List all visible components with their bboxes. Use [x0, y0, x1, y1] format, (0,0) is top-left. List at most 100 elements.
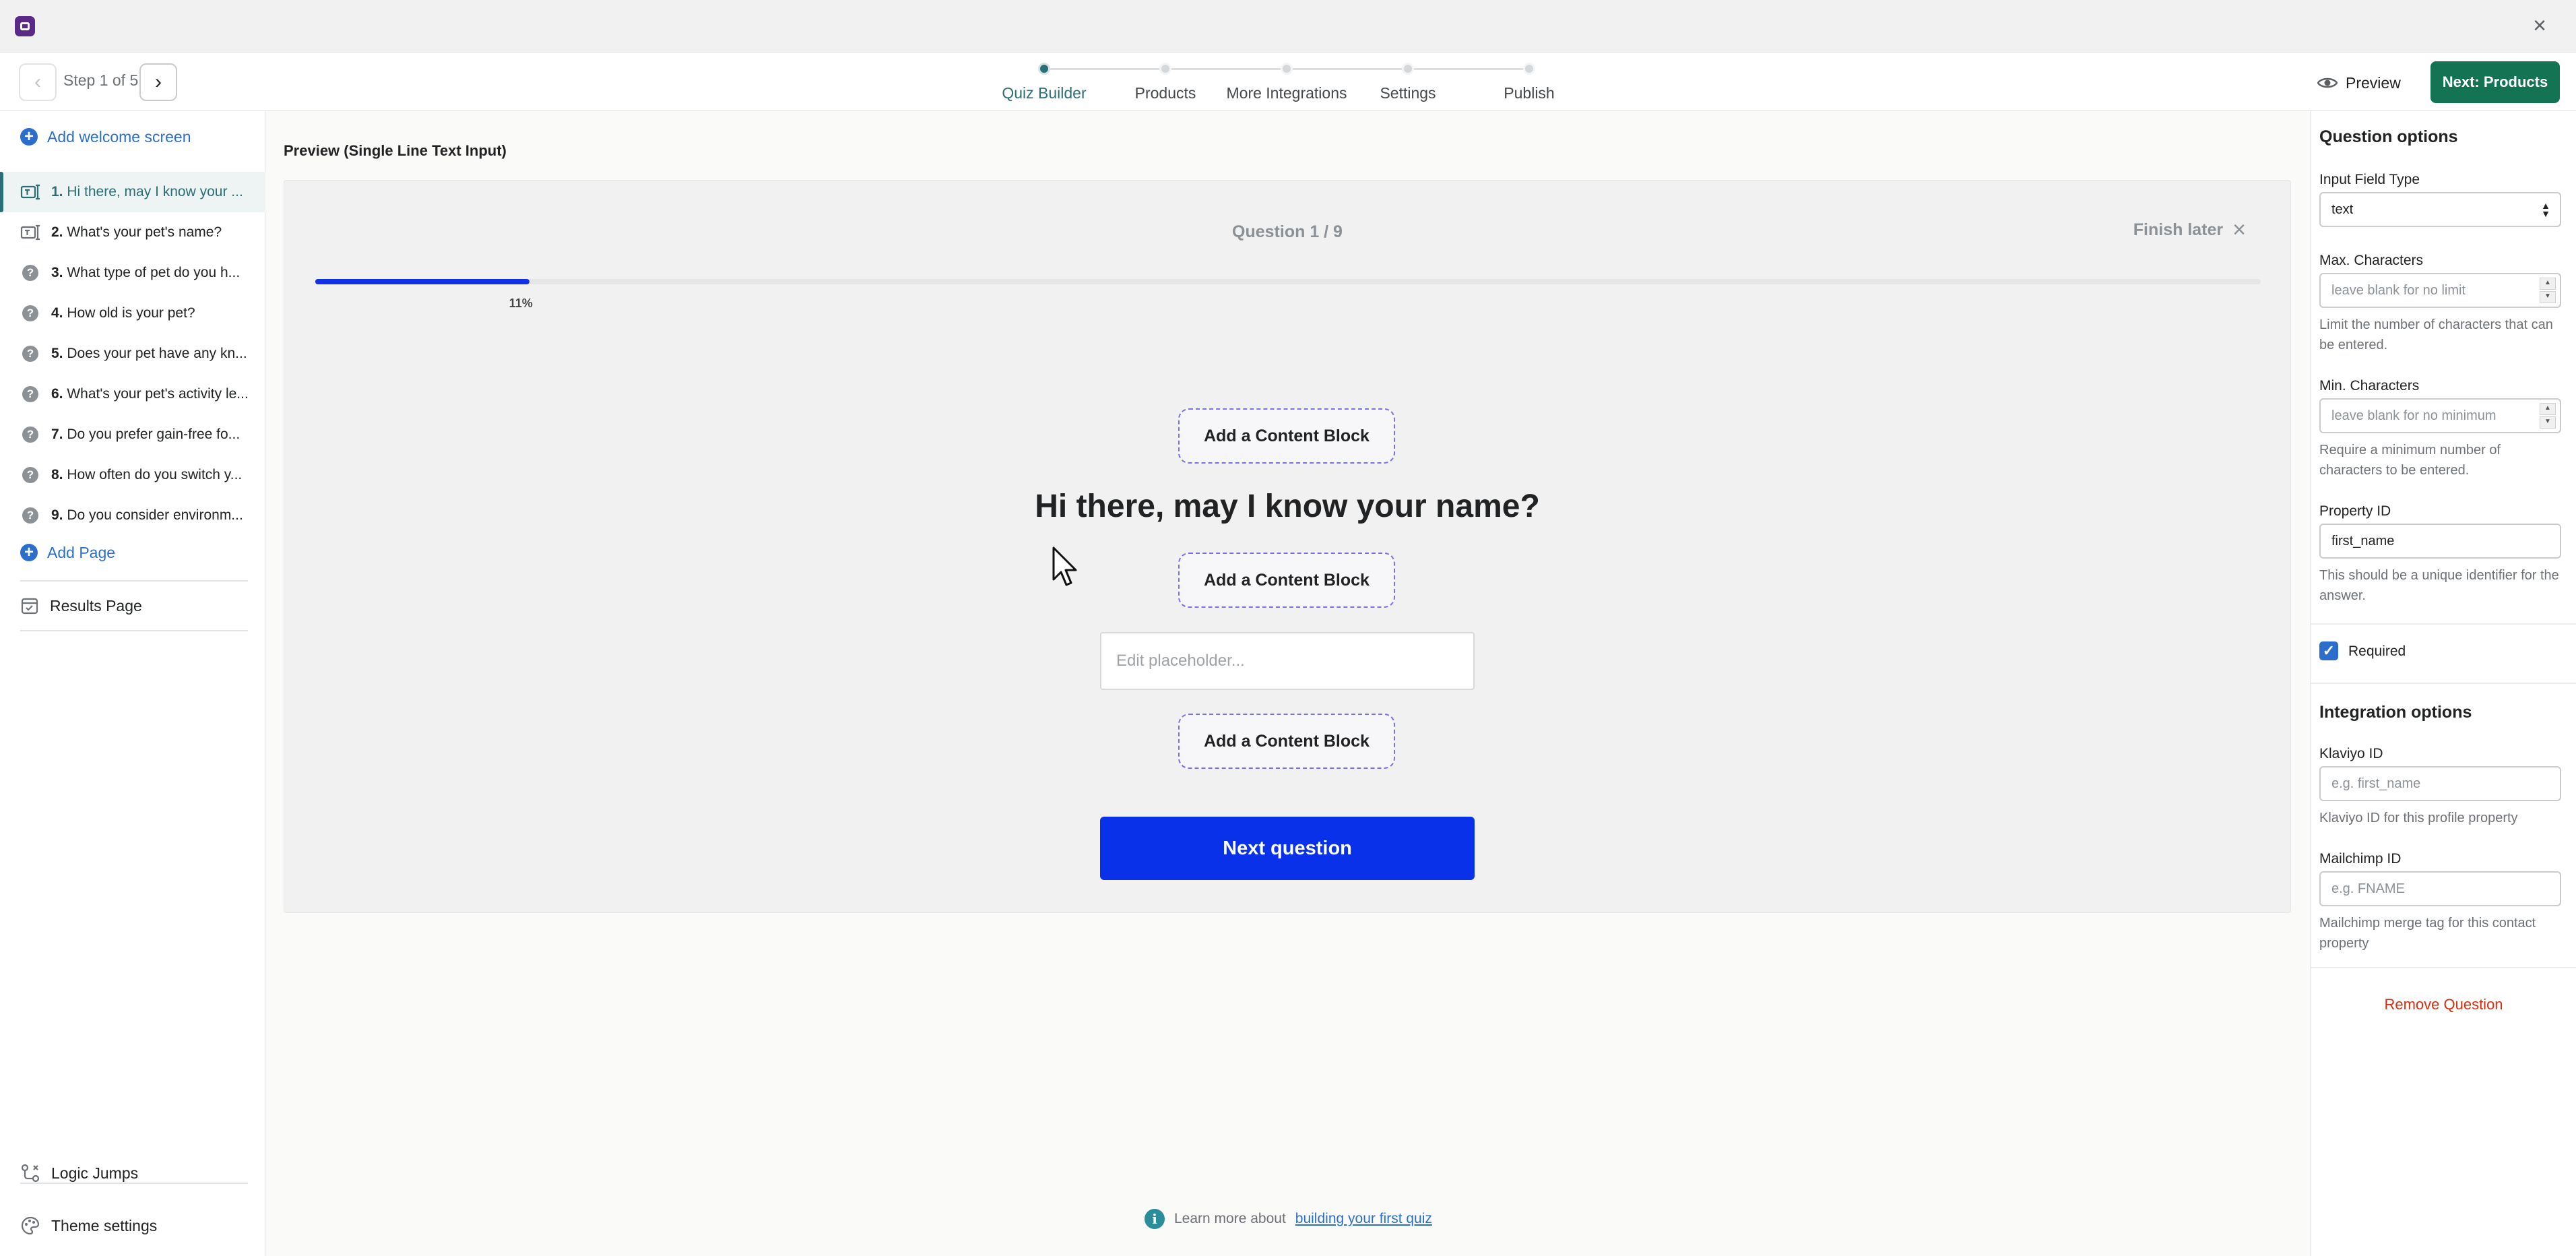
- mailchimp-id-input[interactable]: e.g. FNAME: [2319, 871, 2561, 906]
- required-checkbox[interactable]: ✓: [2319, 641, 2338, 660]
- mailchimp-id-label: Mailchimp ID: [2319, 851, 2402, 867]
- max-characters-input[interactable]: leave blank for no limit ▲ ▼: [2319, 273, 2561, 308]
- mouse-cursor-icon: [1052, 546, 1077, 586]
- sidebar-divider: [20, 580, 248, 582]
- close-icon[interactable]: ×: [2527, 13, 2552, 38]
- klaviyo-id-help: Klaviyo ID for this profile property: [2319, 811, 2518, 825]
- quiz-progress-fill: [315, 279, 529, 284]
- integration-options-title: Integration options: [2319, 703, 2472, 722]
- question-title: How often do you switch y...: [67, 467, 243, 482]
- add-content-block-button[interactable]: Add a Content Block: [1178, 553, 1395, 608]
- question-number: 6.: [51, 386, 63, 402]
- sidebar-divider: [20, 630, 248, 631]
- question-item[interactable]: ? 6. What's your pet's activity le...: [0, 374, 265, 414]
- question-item[interactable]: 2. What's your pet's name?: [0, 212, 265, 253]
- learn-more-footer: i Learn more about building your first q…: [1145, 1207, 1432, 1231]
- stepper-item-publish[interactable]: Publish: [1469, 61, 1590, 102]
- logic-jumps-item[interactable]: Logic Jumps: [20, 1160, 138, 1187]
- finish-later-button[interactable]: Finish later ×: [2133, 217, 2246, 243]
- question-title: How old is your pet?: [67, 305, 195, 321]
- stepper-item-quiz-builder[interactable]: Quiz Builder: [984, 61, 1105, 102]
- logic-jumps-label: Logic Jumps: [51, 1164, 139, 1182]
- question-icon: ?: [22, 305, 38, 321]
- add-page-label: Add Page: [47, 543, 116, 561]
- eye-icon: [2317, 77, 2338, 88]
- stepper-dot: [1402, 63, 1414, 75]
- question-icon: ?: [22, 346, 38, 362]
- remove-question-button[interactable]: Remove Question: [2311, 996, 2576, 1013]
- add-content-block-button[interactable]: Add a Content Block: [1178, 714, 1395, 769]
- input-field-type-select[interactable]: text ▲ ▼: [2319, 192, 2561, 227]
- add-welcome-label: Add welcome screen: [47, 127, 191, 146]
- info-icon: i: [1145, 1209, 1165, 1229]
- next-question-button[interactable]: Next question: [1100, 817, 1475, 880]
- results-page-label: Results Page: [50, 596, 142, 615]
- step-indicator: Step 1 of 5: [63, 71, 139, 89]
- panel-divider: [2311, 623, 2576, 625]
- question-item[interactable]: ? 8. How often do you switch y...: [0, 455, 265, 495]
- previous-step-button[interactable]: ‹: [19, 63, 57, 101]
- question-title: Does your pet have any kn...: [67, 346, 247, 361]
- stepper-item-products[interactable]: Products: [1105, 61, 1226, 102]
- question-heading[interactable]: Hi there, may I know your name?: [284, 488, 2290, 525]
- next-step-button[interactable]: ›: [139, 63, 177, 101]
- stepper-label: Settings: [1380, 84, 1436, 102]
- question-item[interactable]: ? 4. How old is your pet?: [0, 293, 265, 334]
- question-number: 4.: [51, 305, 63, 321]
- property-id-input[interactable]: first_name: [2319, 524, 2561, 559]
- stepper-label: More Integrations: [1226, 84, 1347, 102]
- question-icon: ?: [22, 265, 38, 281]
- answer-placeholder-input[interactable]: Edit placeholder...: [1100, 632, 1475, 690]
- question-title: Do you consider environm...: [67, 507, 243, 523]
- input-field-type-label: Input Field Type: [2319, 172, 2420, 187]
- question-title: What's your pet's name?: [67, 224, 222, 240]
- finish-later-label: Finish later: [2133, 220, 2224, 239]
- question-item[interactable]: 1. Hi there, may I know your ...: [0, 172, 265, 212]
- question-title: Do you prefer gain-free fo...: [67, 427, 240, 442]
- min-characters-placeholder: leave blank for no minimum: [2331, 408, 2497, 423]
- number-stepper-icon[interactable]: ▲ ▼: [2540, 278, 2556, 303]
- main-preview-area: Preview (Single Line Text Input) Questio…: [266, 111, 2310, 1256]
- results-page-item[interactable]: Results Page: [20, 592, 142, 619]
- stepper-label: Publish: [1504, 84, 1555, 102]
- plus-circle-icon: +: [20, 544, 38, 561]
- stepper-label: Quiz Builder: [1002, 84, 1087, 102]
- min-characters-help: Require a minimum number of characters t…: [2319, 443, 2501, 478]
- question-item[interactable]: ? 5. Does your pet have any kn...: [0, 334, 265, 374]
- question-number: 1.: [51, 184, 63, 199]
- palette-icon: [21, 1216, 40, 1235]
- question-item[interactable]: ? 9. Do you consider environm...: [0, 495, 265, 536]
- max-characters-label: Max. Characters: [2319, 253, 2424, 268]
- add-content-block-button[interactable]: Add a Content Block: [1178, 408, 1395, 464]
- next-products-button[interactable]: Next: Products: [2430, 61, 2560, 103]
- question-item[interactable]: ? 3. What type of pet do you h...: [0, 253, 265, 293]
- close-icon: ×: [2232, 217, 2246, 243]
- top-toolbar: ‹ Step 1 of 5 › Quiz Builder Products Mo…: [0, 53, 2576, 111]
- question-title: Hi there, may I know your ...: [67, 184, 243, 199]
- number-stepper-icon[interactable]: ▲ ▼: [2540, 403, 2556, 429]
- question-title: What type of pet do you h...: [67, 265, 240, 280]
- logic-jumps-icon: [21, 1164, 40, 1183]
- progress-percent-label: 11%: [509, 296, 533, 310]
- stepper-dot: [1523, 63, 1535, 75]
- question-item[interactable]: ? 7. Do you prefer gain-free fo...: [0, 414, 265, 455]
- question-icon: ?: [22, 427, 38, 443]
- stepper-item-more-integrations[interactable]: More Integrations: [1226, 61, 1347, 102]
- panel-divider: [2311, 683, 2576, 684]
- learn-more-text: Learn more about: [1174, 1211, 1286, 1226]
- min-characters-input[interactable]: leave blank for no minimum ▲ ▼: [2319, 398, 2561, 433]
- question-number: 2.: [51, 224, 63, 240]
- question-counter: Question 1 / 9: [1232, 222, 1343, 241]
- quiz-progress-bar: [315, 279, 2261, 284]
- theme-settings-item[interactable]: Theme settings: [20, 1212, 157, 1239]
- stepper-item-settings[interactable]: Settings: [1347, 61, 1469, 102]
- required-label: Required: [2348, 643, 2406, 659]
- preview-button[interactable]: Preview: [2317, 69, 2401, 97]
- add-page-button[interactable]: + Add Page: [20, 539, 115, 566]
- add-welcome-screen-button[interactable]: + Add welcome screen: [20, 123, 191, 150]
- klaviyo-id-input[interactable]: e.g. first_name: [2319, 766, 2561, 801]
- question-number: 7.: [51, 427, 63, 442]
- learn-more-link[interactable]: building your first quiz: [1295, 1211, 1432, 1227]
- mailchimp-id-help: Mailchimp merge tag for this contact pro…: [2319, 916, 2536, 951]
- plus-circle-icon: +: [20, 128, 38, 146]
